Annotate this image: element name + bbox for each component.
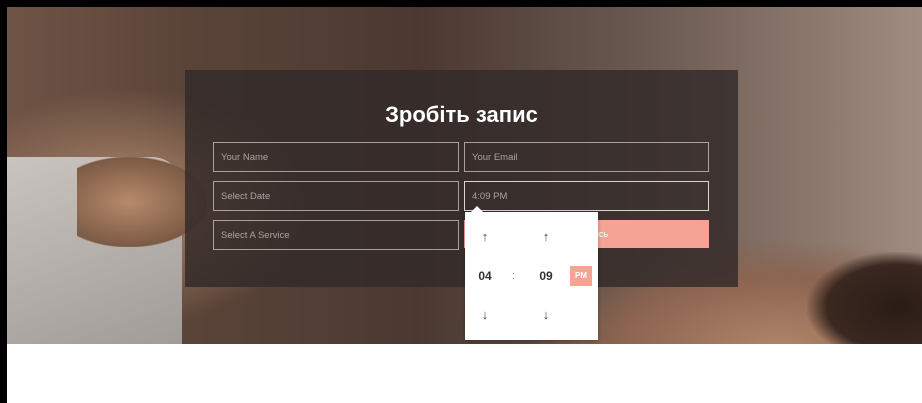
date-input[interactable]	[213, 181, 459, 211]
form-title: Зробіть запис	[385, 102, 538, 127]
client-hair-shape	[807, 252, 922, 344]
minute-value[interactable]: 09	[535, 268, 557, 284]
window-border-top	[0, 0, 922, 7]
email-input[interactable]	[464, 142, 709, 172]
time-separator: :	[512, 270, 516, 282]
time-input[interactable]	[464, 181, 709, 211]
hour-down-arrow-icon[interactable]: ↓	[476, 306, 494, 324]
hour-value[interactable]: 04	[474, 268, 496, 284]
name-input[interactable]	[213, 142, 459, 172]
window-border-left	[0, 0, 7, 403]
hour-up-arrow-icon[interactable]: ↑	[476, 228, 494, 246]
minute-up-arrow-icon[interactable]: ↑	[537, 228, 555, 246]
service-select[interactable]	[213, 220, 459, 250]
period-toggle-button[interactable]: PM	[570, 266, 592, 286]
minute-down-arrow-icon[interactable]: ↓	[537, 306, 555, 324]
booking-form-panel: Зробіть запис ись	[185, 70, 738, 287]
time-picker-popup: ↑ ↑ 04 : 09 PM ↓ ↓	[465, 206, 598, 340]
